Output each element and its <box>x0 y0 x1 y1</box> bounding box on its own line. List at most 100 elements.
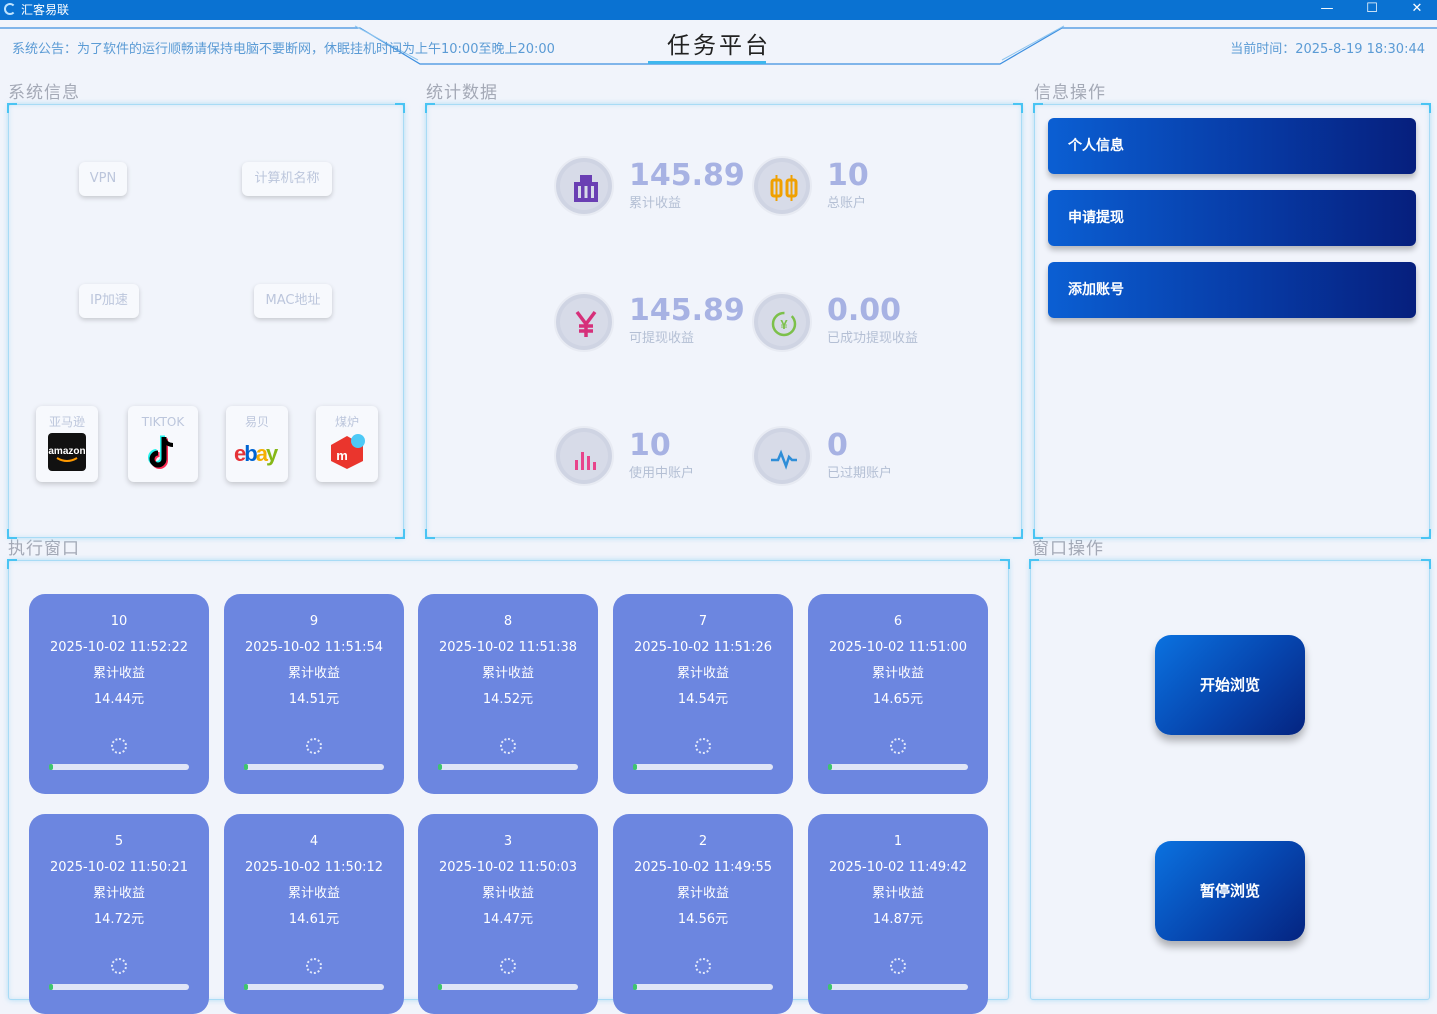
ebay-icon: ebay <box>234 441 280 466</box>
task-card-time: 2025-10-02 11:51:54 <box>244 640 384 655</box>
clock-value: 2025-8-19 18:30:44 <box>1295 42 1425 57</box>
maximize-button[interactable]: ☐ <box>1349 0 1395 20</box>
task-progress-bar <box>438 984 578 990</box>
task-progress-bar <box>828 984 968 990</box>
stat-expired-accounts-icon-wrap <box>752 426 812 486</box>
task-card-id: 1 <box>893 834 903 849</box>
task-progress-fill <box>828 984 833 990</box>
task-progress-bar <box>633 764 773 770</box>
platform-tiktok[interactable]: TIKTOK <box>128 406 198 482</box>
task-card[interactable]: 2 2025-10-02 11:49:55 累计收益 14.56元 <box>613 814 793 1014</box>
stat-total-accounts-icon-wrap <box>752 156 812 216</box>
stat-withdrawable-value: 145.89 <box>629 293 745 328</box>
platform-ebay[interactable]: 易贝 ebay <box>226 406 288 482</box>
task-card-amount: 14.61元 <box>288 912 340 927</box>
loading-spinner-icon <box>306 738 322 754</box>
task-card-id: 9 <box>309 614 319 629</box>
stat-withdrawn-icon-wrap: ¥ <box>752 292 812 352</box>
task-card-label: 累计收益 <box>287 886 340 901</box>
task-card[interactable]: 3 2025-10-02 11:50:03 累计收益 14.47元 <box>418 814 598 1014</box>
close-button[interactable]: ✕ <box>1394 0 1437 20</box>
task-progress-fill <box>438 764 443 770</box>
task-card-label: 累计收益 <box>481 886 534 901</box>
task-card-label: 累计收益 <box>481 666 534 681</box>
minimize-button[interactable]: — <box>1304 0 1350 20</box>
task-progress-bar <box>49 984 189 990</box>
task-card-amount: 14.56元 <box>677 912 729 927</box>
task-progress-bar <box>49 764 189 770</box>
task-card-id: 3 <box>503 834 513 849</box>
task-card-amount: 14.52元 <box>482 692 534 707</box>
task-card-label: 累计收益 <box>92 886 145 901</box>
withdraw-button[interactable]: 申请提现 <box>1048 190 1416 246</box>
pause-browsing-button[interactable]: 暂停浏览 <box>1155 841 1305 941</box>
task-card-time: 2025-10-02 11:51:38 <box>438 640 578 655</box>
task-card[interactable]: 8 2025-10-02 11:51:38 累计收益 14.52元 <box>418 594 598 794</box>
tiktok-icon <box>148 435 174 469</box>
task-card-amount: 14.54元 <box>677 692 729 707</box>
stat-withdrawn-value: 0.00 <box>827 293 902 328</box>
task-progress-fill <box>244 764 249 770</box>
task-card[interactable]: 6 2025-10-02 11:51:00 累计收益 14.65元 <box>808 594 988 794</box>
task-progress-fill <box>49 984 54 990</box>
task-card[interactable]: 10 2025-10-02 11:52:22 累计收益 14.44元 <box>29 594 209 794</box>
stat-active-accounts-value: 10 <box>629 428 671 463</box>
task-card-amount: 14.72元 <box>93 912 145 927</box>
task-card-label: 累计收益 <box>871 886 924 901</box>
platform-label: 易贝 <box>244 415 269 429</box>
task-card[interactable]: 5 2025-10-02 11:50:21 累计收益 14.72元 <box>29 814 209 1014</box>
loading-spinner-icon <box>111 958 127 974</box>
building-icon <box>574 175 598 202</box>
task-card-id: 5 <box>114 834 124 849</box>
task-card-label: 累计收益 <box>92 666 145 681</box>
task-card-amount: 14.65元 <box>872 692 924 707</box>
task-card[interactable]: 1 2025-10-02 11:49:42 累计收益 14.87元 <box>808 814 988 1014</box>
loading-spinner-icon <box>111 738 127 754</box>
bar-chart-icon <box>575 452 596 470</box>
task-card[interactable]: 7 2025-10-02 11:51:26 累计收益 14.54元 <box>613 594 793 794</box>
platform-label: TIKTOK <box>141 415 185 429</box>
svg-text:m: m <box>336 448 348 463</box>
task-card-id: 4 <box>309 834 319 849</box>
section-title-statistics: 统计数据 <box>426 83 498 103</box>
loading-spinner-icon <box>500 738 516 754</box>
lantern-icon <box>770 175 798 201</box>
task-progress-fill <box>49 764 54 770</box>
page-title: 任务平台 <box>667 33 771 59</box>
loading-spinner-icon <box>695 738 711 754</box>
section-title-info-ops: 信息操作 <box>1034 83 1106 103</box>
task-card[interactable]: 9 2025-10-02 11:51:54 累计收益 14.51元 <box>224 594 404 794</box>
task-progress-fill <box>633 984 638 990</box>
task-progress-fill <box>438 984 443 990</box>
clock-label: 当前时间： <box>1230 42 1296 57</box>
task-progress-fill <box>828 764 833 770</box>
task-progress-bar <box>244 984 384 990</box>
task-card-id: 8 <box>503 614 513 629</box>
system-notice: 系统公告：为了软件的运行顺畅请保持电脑不要断网，休眠挂机时间为上午10:00至晚… <box>12 42 555 57</box>
loading-spinner-icon <box>306 958 322 974</box>
loading-spinner-icon <box>500 958 516 974</box>
task-card[interactable]: 4 2025-10-02 11:50:12 累计收益 14.61元 <box>224 814 404 1014</box>
computer-name-button[interactable]: 计算机名称 <box>242 162 332 196</box>
task-card-time: 2025-10-02 11:50:03 <box>438 860 578 875</box>
personal-info-button[interactable]: 个人信息 <box>1048 118 1416 174</box>
task-card-amount: 14.87元 <box>872 912 924 927</box>
stat-withdrawable-icon-wrap <box>554 292 614 352</box>
loading-spinner-icon <box>890 738 906 754</box>
ip-speed-button[interactable]: IP加速 <box>79 284 139 318</box>
platform-mercari[interactable]: 煤炉 m <box>316 406 378 482</box>
stat-withdrawn-label: 已成功提现收益 <box>827 331 919 346</box>
task-card-time: 2025-10-02 11:51:00 <box>828 640 968 655</box>
add-account-button[interactable]: 添加账号 <box>1048 262 1416 318</box>
start-browsing-button[interactable]: 开始浏览 <box>1155 635 1305 735</box>
task-progress-fill <box>633 764 638 770</box>
amazon-icon: amazon <box>48 433 86 471</box>
mac-address-button[interactable]: MAC地址 <box>254 284 332 318</box>
platform-amazon[interactable]: 亚马逊 amazon <box>36 406 98 482</box>
loading-spinner-icon <box>695 958 711 974</box>
platform-label: 煤炉 <box>334 415 359 429</box>
vpn-button[interactable]: VPN <box>79 162 127 196</box>
task-card-id: 7 <box>698 614 708 629</box>
stat-total-accounts-value: 10 <box>827 158 869 193</box>
task-card-time: 2025-10-02 11:49:55 <box>633 860 773 875</box>
